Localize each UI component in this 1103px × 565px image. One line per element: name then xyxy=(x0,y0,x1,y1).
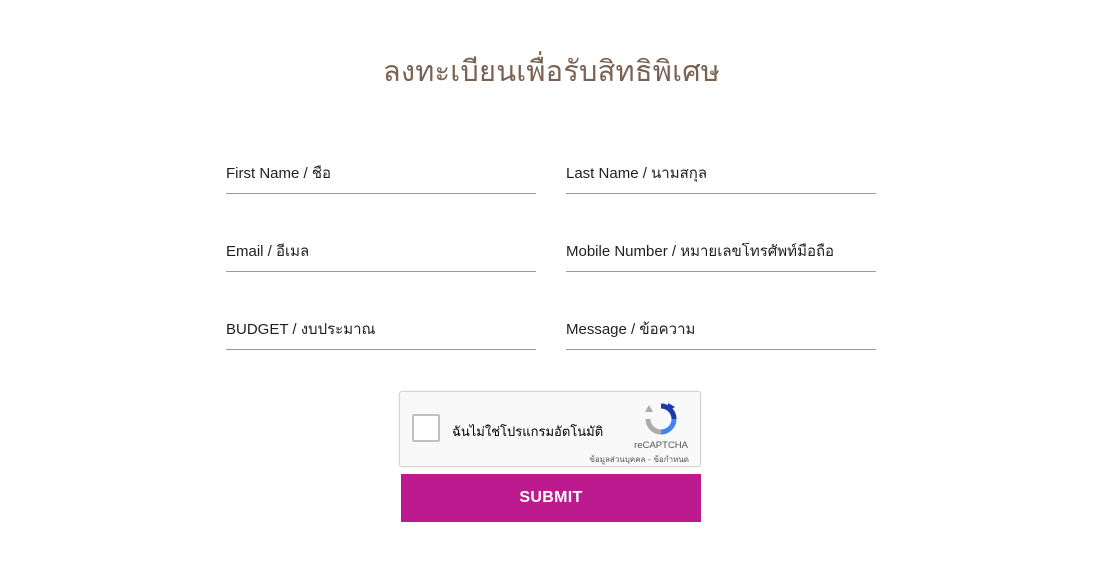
submit-button[interactable]: SUBMIT xyxy=(401,474,701,522)
recaptcha-privacy-link[interactable]: ข้อมูลส่วนบุคคล xyxy=(589,455,645,464)
first-name-field-wrapper xyxy=(226,158,536,194)
email-field-wrapper xyxy=(226,236,536,272)
recaptcha-terms-link[interactable]: ข้อกำหนด xyxy=(653,455,689,464)
first-name-input[interactable] xyxy=(226,165,536,182)
mobile-field-wrapper xyxy=(566,236,876,272)
budget-field-wrapper xyxy=(226,314,536,350)
last-name-field-wrapper xyxy=(566,158,876,194)
recaptcha-label: ฉันไม่ใช่โปรแกรมอัตโนมัติ xyxy=(452,425,604,440)
recaptcha-brand: reCAPTCHA xyxy=(634,440,688,451)
registration-page: ลงทะเบียนเพื่อรับสิทธิพิเศษ ฉันไม่ใช่โปร… xyxy=(0,0,1103,565)
mobile-number-input[interactable] xyxy=(566,243,876,260)
recaptcha-logo-icon xyxy=(645,403,677,435)
recaptcha-links: ข้อมูลส่วนบุคคล - ข้อกำหนด xyxy=(589,453,689,466)
page-title: ลงทะเบียนเพื่อรับสิทธิพิเศษ xyxy=(382,54,721,88)
last-name-input[interactable] xyxy=(566,165,876,182)
email-input[interactable] xyxy=(226,243,536,260)
message-input[interactable] xyxy=(566,321,876,338)
recaptcha-widget: ฉันไม่ใช่โปรแกรมอัตโนมัติ reCAPTCHA ข้อม… xyxy=(399,391,701,467)
recaptcha-checkbox[interactable] xyxy=(412,414,440,442)
budget-input[interactable] xyxy=(226,321,536,338)
message-field-wrapper xyxy=(566,314,876,350)
